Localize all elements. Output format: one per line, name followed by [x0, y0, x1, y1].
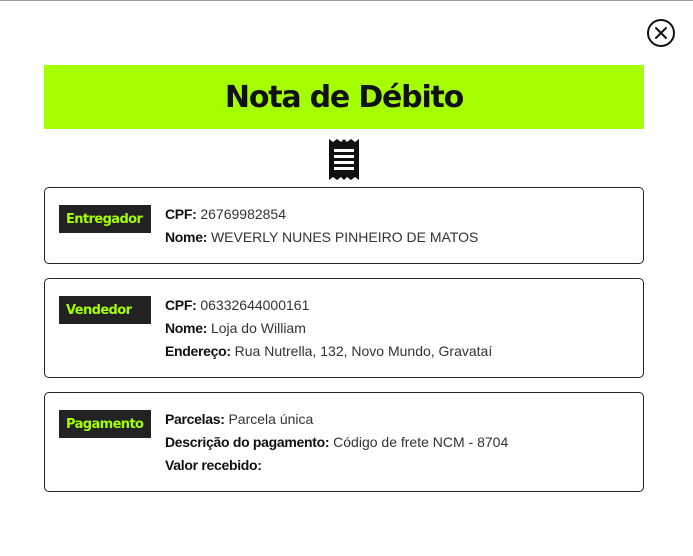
vendedor-label: Vendedor	[59, 296, 151, 324]
top-divider	[0, 0, 693, 1]
cpf-value: 06332644000161	[200, 297, 310, 313]
nome-value: WEVERLY NUNES PINHEIRO DE MATOS	[210, 229, 479, 245]
entregador-label: Entregador	[59, 205, 151, 233]
cpf-key: CPF:	[165, 297, 197, 313]
endereco-key: Endereço:	[165, 343, 231, 359]
nome-key: Nome:	[165, 320, 208, 336]
nome-value: Loja do William	[210, 320, 306, 336]
close-icon	[655, 27, 667, 39]
descricao-key: Descrição do pagamento:	[165, 434, 330, 450]
vendedor-endereco-row: Endereço: Rua Nutrella, 132, Novo Mundo,…	[165, 340, 492, 363]
vendedor-details: CPF: 06332644000161 Nome: Loja do Willia…	[165, 294, 492, 363]
pagamento-parcelas-row: Parcelas: Parcela única	[165, 408, 508, 431]
cpf-key: CPF:	[165, 206, 197, 222]
cpf-value: 26769982854	[200, 206, 287, 222]
entregador-cpf-row: CPF: 26769982854	[165, 203, 478, 226]
parcelas-key: Parcelas:	[165, 411, 225, 427]
receipt-icon	[329, 139, 359, 180]
descricao-value: Código de frete NCM - 8704	[333, 434, 509, 450]
endereco-value: Rua Nutrella, 132, Novo Mundo, Gravataí	[234, 343, 493, 359]
close-button[interactable]	[647, 19, 675, 47]
vendedor-card: Vendedor CPF: 06332644000161 Nome: Loja …	[44, 278, 644, 378]
valor-recebido-key: Valor recebido:	[165, 457, 262, 473]
entregador-details: CPF: 26769982854 Nome: WEVERLY NUNES PIN…	[165, 203, 478, 249]
title-banner: Nota de Débito	[44, 65, 644, 129]
entregador-card: Entregador CPF: 26769982854 Nome: WEVERL…	[44, 187, 644, 264]
pagamento-label: Pagamento	[59, 410, 151, 438]
pagamento-descricao-row: Descrição do pagamento: Código de frete …	[165, 431, 508, 454]
pagamento-card: Pagamento Parcelas: Parcela única Descri…	[44, 392, 644, 492]
vendedor-cpf-row: CPF: 06332644000161	[165, 294, 492, 317]
entregador-nome-row: Nome: WEVERLY NUNES PINHEIRO DE MATOS	[165, 226, 478, 249]
nome-key: Nome:	[165, 229, 208, 245]
parcelas-value: Parcela única	[228, 411, 314, 427]
vendedor-nome-row: Nome: Loja do William	[165, 317, 492, 340]
pagamento-details: Parcelas: Parcela única Descrição do pag…	[165, 408, 508, 477]
page-title: Nota de Débito	[224, 79, 464, 115]
pagamento-valor-row: Valor recebido:	[165, 454, 508, 477]
